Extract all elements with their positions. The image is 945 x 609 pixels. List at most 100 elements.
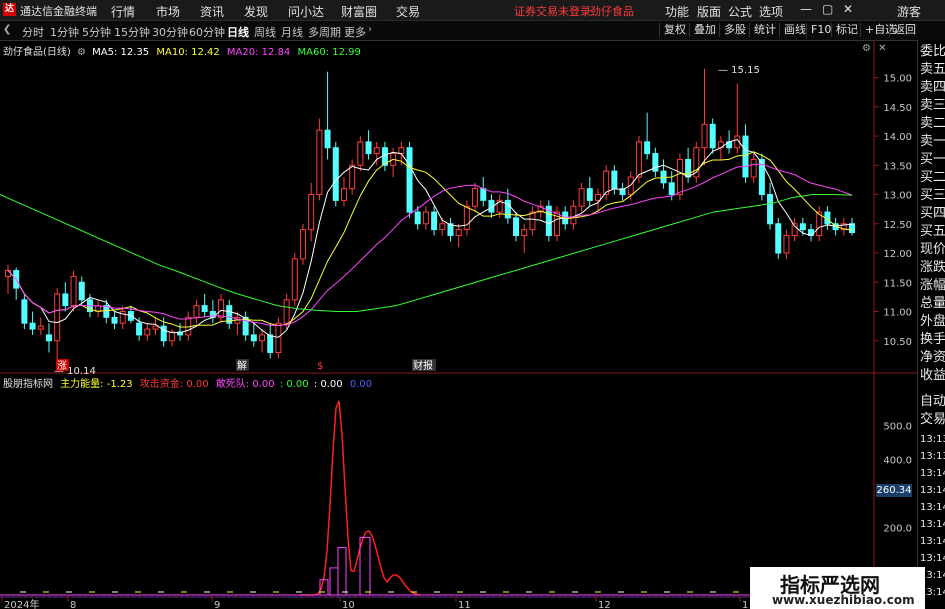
candle-body: [259, 334, 266, 342]
trade-time: 13:14: [920, 553, 945, 564]
sub-tick-label: 200.0: [883, 523, 912, 534]
price-tick-label: 13.00: [883, 191, 912, 202]
sidebar-item: 净资: [920, 350, 945, 365]
ma5-line: [7, 138, 853, 338]
trade-time: 13:14: [920, 536, 945, 547]
sub-tick-label: 400.0: [883, 456, 912, 467]
maximize-icon[interactable]: ▢: [822, 2, 833, 16]
menu-zixun[interactable]: 资讯: [200, 3, 224, 20]
date-tick-label: 10: [342, 600, 355, 609]
candle-body: [521, 229, 528, 236]
candle-body: [160, 325, 167, 342]
candle-body: [422, 211, 429, 225]
candle-body: [373, 147, 380, 155]
menu-caifuquan[interactable]: 财富圈: [341, 3, 377, 20]
candle-body: [513, 217, 520, 236]
app-logo-icon: 达: [3, 3, 16, 16]
tab-more[interactable]: 更多: [344, 24, 366, 40]
candle-body: [406, 147, 413, 213]
sidebar-item: 收益: [920, 368, 945, 383]
candle-body: [144, 328, 151, 336]
sidebar-item: 买五: [920, 224, 945, 239]
user-label[interactable]: 游客: [897, 3, 921, 20]
close-icon[interactable]: ✕: [843, 2, 853, 16]
event-mark-label[interactable]: 财报: [413, 359, 433, 372]
menu-faxian[interactable]: 发现: [244, 3, 268, 20]
price-tick-label: 12.50: [883, 220, 912, 231]
btn-fuquan[interactable]: 复权: [659, 23, 690, 37]
candle-body: [62, 293, 69, 307]
candle-body: [316, 129, 323, 196]
chevron-left-icon[interactable]: ❮: [3, 24, 11, 35]
menu-wenxiaoda[interactable]: 问小达: [288, 3, 324, 20]
menu-hangqing[interactable]: 行情: [111, 3, 135, 20]
kline-chart[interactable]: — 15.15— 10.14涨解 $ 财报 15.0014.5014.0013.50…: [0, 40, 917, 609]
event-mark-label[interactable]: 涨: [57, 360, 67, 372]
menu-jiaoyi[interactable]: 交易: [396, 3, 420, 20]
tab-1min[interactable]: 1分钟: [50, 24, 79, 40]
trade-time: 13:13: [920, 434, 945, 445]
sidebar-item: 卖二: [920, 116, 945, 131]
candle-body: [570, 205, 577, 225]
candle-body: [275, 322, 282, 353]
event-mark-label[interactable]: $: [317, 361, 323, 372]
btn-back[interactable]: 返回: [889, 23, 920, 37]
current-value-tag: 260.34: [876, 484, 912, 497]
candle-body: [291, 258, 298, 301]
sidebar-item: 总量: [920, 296, 945, 311]
btn-duogu[interactable]: 多股: [719, 23, 750, 37]
date-tick-label: 1: [742, 600, 748, 609]
candle-body: [849, 223, 855, 234]
price-tick-label: 14.00: [883, 132, 912, 143]
candle-body: [201, 305, 208, 313]
btn-biaoji[interactable]: 标记: [831, 23, 862, 37]
event-mark-label[interactable]: 解: [237, 359, 247, 372]
sidebar-item: 换手: [920, 332, 945, 347]
tab-daily[interactable]: 日线: [227, 24, 249, 40]
candle-body: [398, 147, 405, 155]
menu-gongshi[interactable]: 公式: [728, 3, 752, 20]
tab-5min[interactable]: 5分钟: [82, 24, 111, 40]
candle-body: [299, 229, 306, 260]
candle-body: [611, 170, 618, 190]
menu-banmian[interactable]: 版面: [697, 3, 721, 20]
sidebar-item: 买一: [920, 152, 945, 167]
period-tab-bar: ❮ 分时 1分钟 5分钟 15分钟 30分钟 60分钟 日线 周线 月线 多周期…: [0, 21, 945, 41]
menu-xuanxiang[interactable]: 选项: [759, 3, 783, 20]
sidebar-item[interactable]: 自动: [920, 394, 945, 410]
candle-body: [709, 123, 716, 149]
tab-weekly[interactable]: 周线: [254, 24, 276, 40]
tab-fenshi[interactable]: 分时: [22, 24, 44, 40]
current-stock-name: 劲仔食品: [590, 5, 634, 18]
tab-60min[interactable]: 60分钟: [189, 24, 225, 40]
candle-body: [799, 223, 806, 231]
btn-diejia[interactable]: 叠加: [689, 23, 720, 37]
sidebar-item: 买四: [920, 206, 945, 221]
sidebar-item: 卖五: [920, 62, 945, 77]
menu-gongneng[interactable]: 功能: [665, 3, 689, 20]
sidebar-item[interactable]: 交易: [920, 412, 945, 428]
price-tick-label: 13.50: [883, 161, 912, 172]
tab-multi-period[interactable]: 多周期: [308, 24, 341, 40]
candle-body: [308, 194, 315, 231]
candle-body: [635, 141, 642, 178]
btn-tongji[interactable]: 统计: [749, 23, 780, 37]
candle-body: [365, 141, 372, 155]
menu-shichang[interactable]: 市场: [156, 3, 180, 20]
dare-squad-box: [329, 567, 339, 596]
candle-body: [472, 188, 479, 207]
sidebar-item: 现价: [920, 242, 945, 257]
login-warning[interactable]: 证券交易未登录: [514, 3, 591, 19]
trade-time: 13:14: [920, 519, 945, 530]
tab-15min[interactable]: 15分钟: [114, 24, 150, 40]
candle-body: [750, 158, 757, 178]
price-tick-label: 11.00: [883, 308, 912, 319]
candle-body: [168, 331, 175, 342]
chevron-right-icon: ›: [368, 24, 372, 35]
minimize-icon[interactable]: —: [800, 2, 812, 16]
watermark: 指标严选网 www.xuezhibiao.com: [750, 567, 925, 609]
candle-body: [218, 299, 225, 318]
tab-30min[interactable]: 30分钟: [152, 24, 188, 40]
candle-body: [431, 211, 438, 231]
tab-monthly[interactable]: 月线: [281, 24, 303, 40]
